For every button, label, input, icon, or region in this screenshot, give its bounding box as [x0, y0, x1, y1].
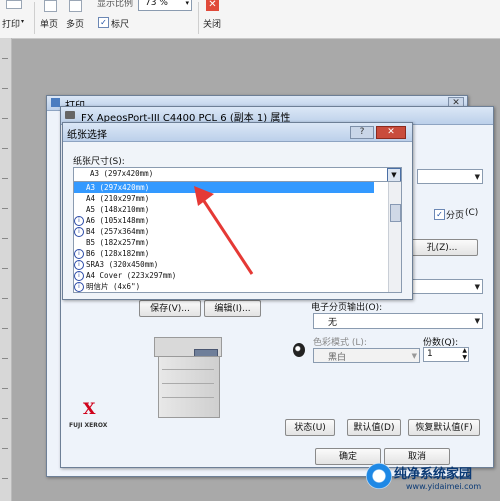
paper-dialog-title: 纸张选择 [67, 130, 107, 141]
hole-punch-button[interactable]: 孔(Z)... [406, 239, 478, 256]
single-page-icon[interactable] [44, 0, 57, 12]
copies-value: 1 [427, 349, 433, 359]
list-item-label: SRA3 (320x450mm) [86, 260, 159, 269]
info-icon: i [74, 249, 84, 259]
save-button[interactable]: 保存(V)... [139, 300, 201, 317]
paper-size-label: 纸张尺寸(S): [73, 157, 125, 167]
collate-output-label: 电子分页输出(O): [311, 303, 383, 313]
list-item-label: 明信片 (4x6") [86, 282, 141, 291]
ruler-checkbox[interactable]: ✓ [98, 17, 109, 28]
multi-page-icon[interactable] [69, 0, 82, 12]
vertical-ruler [0, 38, 12, 501]
list-item-label: A6 (105x148mm) [86, 216, 150, 225]
edit-button[interactable]: 编辑(I)... [204, 300, 261, 317]
chevron-down-icon[interactable]: ▾ [21, 18, 24, 25]
list-item-label: A5 (148x210mm) [86, 205, 150, 214]
display-ratio-label: 显示比例 [97, 0, 134, 9]
paper-size-value: A3 (297x420mm) [90, 169, 154, 178]
fuji-xerox-logo-icon: X [83, 399, 96, 418]
status-button[interactable]: 状态(U) [285, 419, 335, 436]
red-arrow-annotation [194, 186, 254, 275]
collate-output-value: 无 [328, 318, 338, 328]
multi-page-button[interactable]: 多页 [66, 17, 84, 30]
list-item-label: A4 (210x297mm) [86, 194, 150, 203]
collate-checkbox[interactable]: ✓ [434, 209, 445, 220]
info-icon: i [74, 271, 84, 281]
list-item-label: A3 (297x420mm) [86, 183, 150, 192]
staple-dropdown[interactable]: ▼ [401, 279, 483, 294]
chevron-down-icon: ▼ [474, 317, 480, 325]
print-button[interactable]: 打印 [2, 17, 20, 30]
printer-illustration [146, 329, 226, 424]
list-item-label: B4 (257x364mm) [86, 227, 150, 236]
toolbar-ribbon: 打印 ▾ 单页 多页 显示比例 73 % ▾ ✓ 标尺 ✕ 关闭 [0, 0, 500, 39]
single-page-button[interactable]: 单页 [40, 17, 58, 30]
close-icon[interactable]: ✕ [206, 0, 219, 11]
info-icon: i [74, 282, 84, 292]
close-button[interactable]: 关闭 [203, 17, 221, 30]
printer-icon [65, 111, 75, 119]
default-button[interactable]: 默认值(D) [347, 419, 401, 436]
scroll-thumb[interactable] [390, 204, 401, 222]
paper-tray-dropdown[interactable]: ▼ [417, 169, 483, 184]
watermark-url: www.yidaimei.com [406, 482, 482, 491]
color-mode-label: 色彩模式 (L): [313, 338, 367, 348]
color-mode-dropdown[interactable]: 黑白 ▼ [313, 348, 420, 363]
zoom-value: 73 % [145, 0, 168, 8]
chevron-down-icon[interactable]: ▼ [387, 168, 401, 182]
ruler-label: 标尺 [111, 20, 130, 30]
collate-output-dropdown[interactable]: 无 ▼ [313, 313, 483, 329]
info-icon: i [74, 227, 84, 237]
restore-default-button[interactable]: 恢复默认值(F) [408, 419, 480, 436]
chevron-down-icon: ▼ [474, 283, 480, 291]
zoom-dropdown[interactable]: 73 % ▾ [138, 0, 192, 11]
list-scrollbar[interactable] [388, 182, 401, 292]
info-icon: i [74, 260, 84, 270]
collate-label: 分页 [446, 211, 465, 221]
help-button[interactable]: ? [350, 126, 374, 139]
info-icon: i [74, 216, 84, 226]
stepper-arrows-icon[interactable]: ▲ ▼ [462, 347, 467, 361]
watermark-site-name: 纯净系统家园 [394, 467, 473, 482]
list-item-label: B5 (182x257mm) [86, 238, 150, 247]
site-watermark: 纯净系统家园 www.yidaimei.com [366, 463, 494, 497]
list-item-label: B6 (128x182mm) [86, 249, 150, 258]
chevron-down-icon: ▼ [411, 352, 417, 360]
printer-icon[interactable] [6, 0, 22, 9]
brand-text: FUJI XEROX [69, 422, 108, 429]
collate-mnemonic: (C) [465, 208, 479, 218]
chevron-down-icon: ▾ [185, 0, 189, 7]
color-mode-icon [293, 343, 305, 357]
chevron-down-icon: ▼ [474, 173, 480, 181]
list-item[interactable]: i 明信片 (4x6") [74, 281, 374, 292]
close-icon[interactable]: ✕ [376, 126, 406, 139]
color-mode-value: 黑白 [328, 353, 347, 363]
watermark-logo-icon [366, 463, 392, 489]
list-item-label: A4 Cover (223x297mm) [86, 271, 177, 280]
print-dialog-icon [51, 98, 60, 107]
copies-stepper[interactable]: 1 ▲ ▼ [423, 347, 469, 362]
